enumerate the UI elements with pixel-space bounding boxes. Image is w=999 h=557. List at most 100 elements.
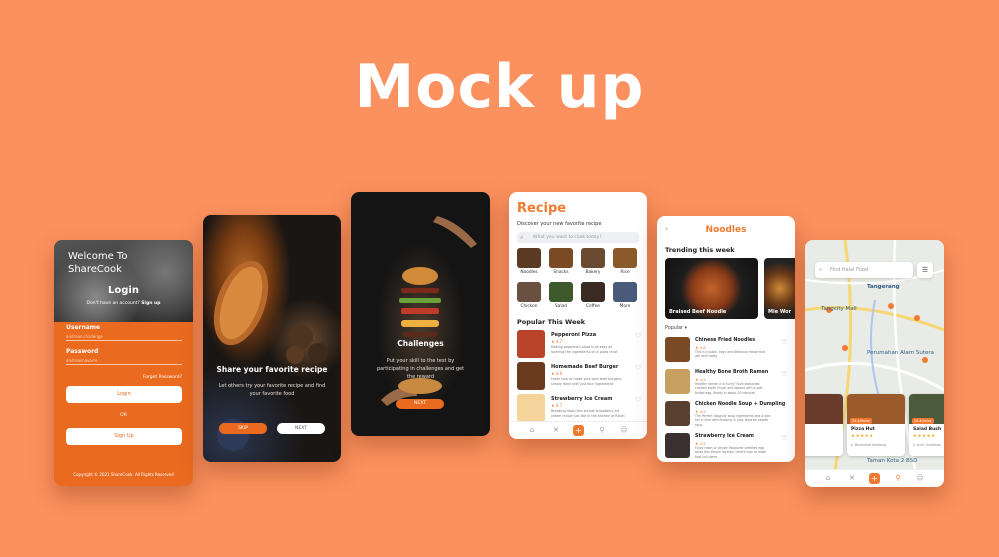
delivery-time-badge: 20-40mins xyxy=(912,418,934,424)
trending-title: Trending this week xyxy=(665,246,735,254)
category-label: Snacks xyxy=(553,270,569,275)
signup-link[interactable]: Sign up xyxy=(141,301,160,306)
recipe-list-item[interactable]: Homemade Beef Burger ★ 4.6 Learn how to ma… xyxy=(517,362,641,390)
category-label: Chicken xyxy=(520,304,538,309)
recipe-name: Strawberry Ice Cream xyxy=(551,396,613,402)
skip-button[interactable]: SKIP xyxy=(219,423,267,434)
noodle-list-item[interactable]: Chicken Noodle Soup + Dumpling ★ 4.9 The P… xyxy=(665,401,787,428)
copyright: Copyright © 2021 ShareCook. All Rights R… xyxy=(73,472,174,477)
username-label: Username xyxy=(66,324,101,331)
category-tile[interactable]: More xyxy=(613,282,637,309)
recipe-photo xyxy=(517,362,545,390)
noodle-description: This is a quick, easy and delicious reci… xyxy=(695,350,766,359)
category-label: Bakery xyxy=(585,270,601,275)
noodle-description: Healthy ramen in a hurry? Sure-seasoned … xyxy=(695,382,764,395)
noodle-list-item[interactable]: Strawberry Ice Cream ★ 4.5 Enjoy heart or … xyxy=(665,433,787,460)
restaurant-address: Jl. Boulevard Jombang xyxy=(851,443,887,447)
welcome-title: Welcome To ShareCook xyxy=(68,251,128,275)
category-tile[interactable]: Bakery xyxy=(581,248,605,275)
heart-icon[interactable]: ♡ xyxy=(635,364,641,372)
bottom-nav: ⌂ ✕ + ⚲ ☺ xyxy=(509,421,647,439)
heart-icon[interactable]: ♡ xyxy=(635,332,641,340)
noodle-name: Chinese Fried Noodles xyxy=(695,338,756,343)
home-icon[interactable]: ⌂ xyxy=(823,474,833,482)
category-label: Rice xyxy=(620,270,630,275)
noodle-list-item[interactable]: Healthy Bone Broth Ramen ★ 4.5 Healthy ram… xyxy=(665,369,787,396)
restaurant-stars: ★★★★★ xyxy=(913,434,936,439)
restaurant-card[interactable]: 20-40mins Salad Bush ★★★★★ Jl. Jend. Sud… xyxy=(909,394,944,456)
signup-prompt-text: Don't have an account? xyxy=(86,301,140,306)
location-icon[interactable]: ⚲ xyxy=(597,426,607,434)
add-icon[interactable]: + xyxy=(869,473,880,484)
onboarding-share-screen: Share your favorite recipe Let others tr… xyxy=(203,215,341,462)
profile-icon[interactable]: ☺ xyxy=(915,474,925,482)
category-label: Coffee xyxy=(586,304,600,309)
category-image xyxy=(517,248,541,268)
category-image xyxy=(613,282,637,302)
heart-icon[interactable]: ♡ xyxy=(781,434,787,442)
category-tile[interactable]: Rice xyxy=(613,248,637,275)
map-search-input[interactable]: Find Halal Food xyxy=(815,262,913,278)
noodle-description: The Perfect 'dipping' soup ingredients a… xyxy=(695,414,771,427)
category-tile[interactable]: Salad xyxy=(549,282,573,309)
recipe-search-input[interactable]: What you want to cook today? xyxy=(517,232,639,243)
noodle-name: Healthy Bone Broth Ramen xyxy=(695,370,769,375)
username-field[interactable]: andreas.challenge xyxy=(66,334,182,341)
restaurant-address: Jl. Jend. Sudirman xyxy=(913,443,942,447)
noodle-photo xyxy=(665,369,690,394)
recipe-description: Breaking down this simple strawberry ice… xyxy=(551,409,625,418)
signup-prompt: Don't have an account? Sign up xyxy=(54,301,193,306)
next-button[interactable]: NEXT xyxy=(396,399,444,409)
category-tile[interactable]: Noodles xyxy=(517,248,541,275)
heart-icon[interactable]: ♡ xyxy=(781,402,787,410)
category-tile[interactable]: Chicken xyxy=(517,282,541,309)
category-image xyxy=(517,282,541,302)
category-tile[interactable]: Snacks xyxy=(549,248,573,275)
add-icon[interactable]: + xyxy=(573,425,584,436)
heart-icon[interactable]: ♡ xyxy=(635,396,641,404)
sort-dropdown[interactable]: Popular ▾ xyxy=(665,326,687,331)
recipe-rating: ★ 4.7 xyxy=(551,403,563,408)
trending-card-label: Mie Wor xyxy=(768,309,792,315)
utensils-icon[interactable]: ✕ xyxy=(847,474,857,482)
map-screen: Find Halal Food ⌕ ☰ Tangerang Tangcity M… xyxy=(805,240,944,487)
heart-icon[interactable]: ♡ xyxy=(781,338,787,346)
map-label: Taman Kota 2 BSD xyxy=(867,458,918,464)
profile-icon[interactable]: ☺ xyxy=(619,426,629,434)
restaurant-photo xyxy=(805,394,843,424)
recipe-list-item[interactable]: Pepperoni Pizza ★ 4.7 Making pepperoni piz… xyxy=(517,330,641,358)
signup-button[interactable]: Sign Up xyxy=(66,428,182,445)
location-icon[interactable]: ⚲ xyxy=(893,474,903,482)
search-icon: ⌕ xyxy=(819,266,823,273)
noodle-list-item[interactable]: Chinese Fried Noodles ★ 4.8 This is a quic… xyxy=(665,337,787,364)
utensils-icon[interactable]: ✕ xyxy=(551,426,561,434)
map-label: Tangerang xyxy=(867,284,900,290)
heart-icon[interactable]: ♡ xyxy=(781,370,787,378)
next-button[interactable]: NEXT xyxy=(277,423,325,434)
or-divider: OR xyxy=(120,413,127,418)
category-tile[interactable]: Coffee xyxy=(581,282,605,309)
restaurant-card[interactable] xyxy=(805,394,843,456)
restaurant-stars: ★★★★★ xyxy=(851,434,874,439)
filter-icon[interactable]: ☰ xyxy=(917,262,933,278)
noodles-title: Noodles xyxy=(705,225,747,235)
login-button[interactable]: Login xyxy=(66,386,182,403)
recipe-photo xyxy=(517,394,545,422)
recipe-name: Homemade Beef Burger xyxy=(551,364,619,370)
recipe-subtitle: Discover your new favorite recipe xyxy=(517,221,602,227)
noodles-screen: ‹ Noodles Trending this week Braised Bee… xyxy=(657,216,795,462)
sort-label: Popular xyxy=(665,326,683,331)
password-field[interactable]: andreasnavarro xyxy=(66,358,182,365)
onboarding-heading: Share your favorite recipe xyxy=(216,365,328,374)
onboarding-challenges-screen: Challenges Put your skill to the test by… xyxy=(351,192,490,436)
map-label: Tangcity Mall xyxy=(821,306,857,312)
category-label: More xyxy=(619,304,631,309)
recipe-list-item[interactable]: Strawberry Ice Cream ★ 4.7 Breaking down t… xyxy=(517,394,641,422)
home-icon[interactable]: ⌂ xyxy=(527,426,537,434)
restaurant-card[interactable]: 25-40mins Pizza Hut ★★★★★ Jl. Boulevard … xyxy=(847,394,905,456)
login-screen: Welcome To ShareCook Login Don't have an… xyxy=(54,240,193,486)
noodle-photo xyxy=(665,401,690,426)
forgot-password-link[interactable]: Forget Password? xyxy=(114,375,182,380)
category-label: Noodles xyxy=(520,270,538,275)
noodle-description: Enjoy heart or dinner flavoured certifie… xyxy=(695,446,767,459)
